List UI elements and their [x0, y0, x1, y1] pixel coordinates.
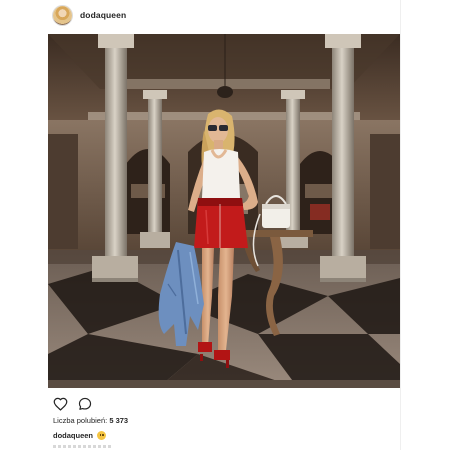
- post-caption: dodaqueen: [53, 431, 107, 440]
- post-header: dodaqueen: [48, 4, 401, 28]
- smiling-face-icon: [97, 431, 107, 440]
- likes-count[interactable]: Liczba polubień: 5 373: [53, 416, 128, 425]
- like-button[interactable]: [53, 397, 68, 412]
- likes-number: 5 373: [109, 416, 129, 425]
- heart-icon: [53, 397, 68, 411]
- post-card: dodaqueen Liczba polubień: 5 373 dodaque…: [48, 0, 401, 450]
- comment-button[interactable]: [77, 397, 92, 412]
- post-username[interactable]: dodaqueen: [80, 10, 126, 20]
- comment-icon: [78, 397, 91, 410]
- profile-avatar[interactable]: [53, 6, 72, 25]
- likes-label: Liczba polubień:: [53, 416, 108, 425]
- post-photo[interactable]: [48, 34, 400, 388]
- more-comments-link[interactable]: [53, 445, 113, 448]
- post-photo-illustration: [48, 34, 400, 388]
- instagram-post-page: dodaqueen Liczba polubień: 5 373 dodaque…: [0, 0, 450, 450]
- post-actions: [53, 396, 92, 412]
- caption-username[interactable]: dodaqueen: [53, 431, 93, 440]
